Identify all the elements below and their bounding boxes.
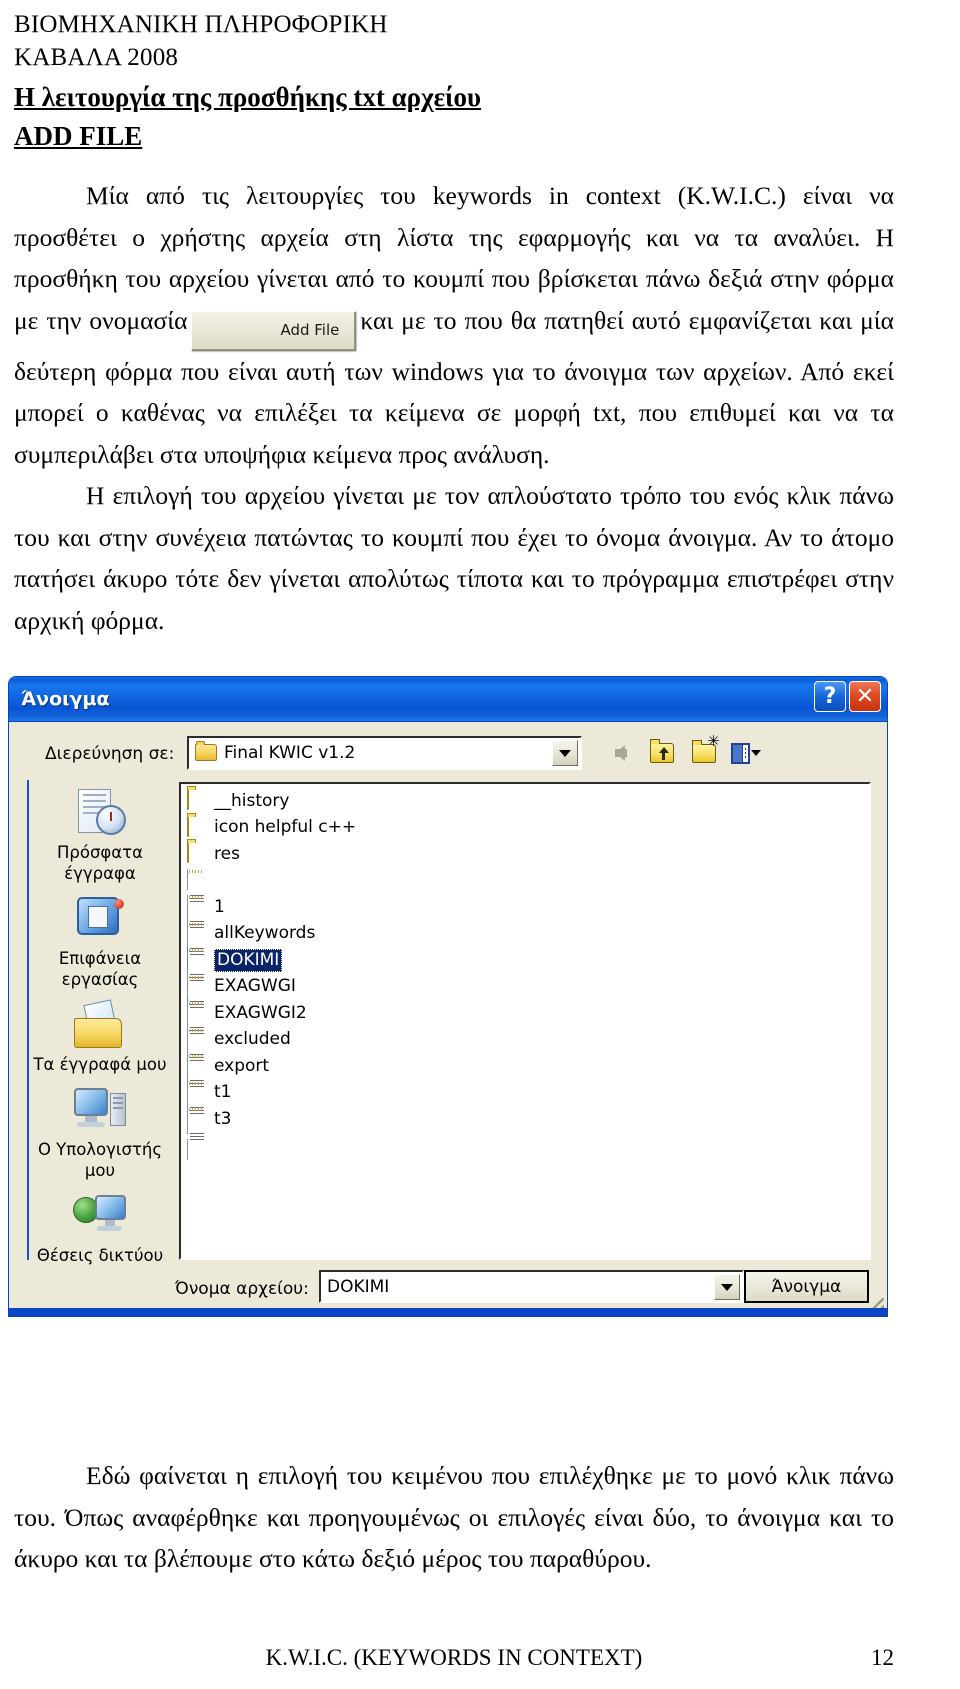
place-recent-documents[interactable]: Πρόσφατα έγγραφα [29,784,171,884]
text-file-icon [187,948,207,1002]
desktop-icon [29,890,171,948]
list-item[interactable]: allKeywords [185,921,869,975]
file-name: icon helpful c++ [214,817,357,838]
look-in-label: Διερεύνηση σε: [45,744,175,764]
file-name-input[interactable]: DOKIMI [319,1270,744,1303]
text-file-icon [187,1054,207,1108]
open-file-dialog: Άνοιγμα ? ✕ Διερεύνηση σε: Final KWIC v1… [8,676,888,1317]
list-item[interactable]: 1 [185,894,869,949]
text-file-icon [187,895,207,949]
list-item[interactable] [185,868,869,922]
place-label: Επιφάνεια εργασίας [58,949,142,989]
place-label: Θέσεις δικτύου [36,1246,164,1265]
place-network[interactable]: Θέσεις δικτύου [29,1187,171,1266]
page-footer: K.W.I.C. (KEYWORDS IN CONTEXT) 12 [14,1645,894,1671]
list-item-selected[interactable]: DOKIMI [185,947,869,1002]
file-name: export [214,1055,270,1076]
chevron-down-icon[interactable] [714,1316,740,1317]
file-name-row: Όνομα αρχείου: DOKIMI Άνοιγμα [9,1270,887,1312]
text-file-icon [187,1027,207,1081]
file-name-value: DOKIMI [327,1276,390,1297]
place-desktop[interactable]: Επιφάνεια εργασίας [29,890,171,990]
dialog-body: Διερεύνηση σε: Final KWIC v1.2 ✳ Πρόσφατ… [9,722,887,1317]
file-name-label: Όνομα αρχείου: [175,1279,309,1299]
page-subtitle: ADD FILE [14,121,143,151]
close-icon[interactable]: ✕ [849,681,881,712]
file-name: EXAGWGI2 [214,1002,307,1023]
list-item[interactable]: EXAGWGI2 [185,1000,869,1055]
folder-icon [187,789,207,812]
titlebar-button-group: ? ✕ [814,681,881,712]
list-item[interactable]: export [185,1053,869,1108]
header-line-1: ΒΙΟΜΗΧΑΝΙΚΗ ΠΛΗΡΟΦΟΡΙΚΗ [14,11,388,38]
text-file-icon [187,1001,207,1055]
page-title: Η λειτουργία της προσθήκης txt αρχείου [14,82,482,112]
paragraph-3: Εδώ φαίνεται η επιλογή του κειμένου που … [14,1461,894,1573]
place-label: Ο Υπολογιστής μου [37,1140,163,1180]
header-line-2: ΚΑΒΑΛΑ 2008 [14,44,179,71]
views-icon[interactable] [731,738,761,768]
file-name: EXAGWGI [214,976,296,997]
footer-title: K.W.I.C. (KEYWORDS IN CONTEXT) [265,1645,643,1670]
open-button[interactable]: Άνοιγμα [744,1270,869,1303]
section-title-block: Η λειτουργία της προσθήκης txt αρχείου A… [14,80,481,154]
dialog-titlebar[interactable]: Άνοιγμα ? ✕ [9,677,887,722]
closing-text: Εδώ φαίνεται η επιλογή του κειμένου που … [14,1455,894,1580]
text-file-icon [187,921,207,975]
place-label: Τα έγγραφά μου [33,1055,167,1074]
file-name: res [214,843,240,864]
list-item[interactable]: t3 [185,1106,869,1161]
recent-documents-icon [29,784,171,842]
list-item[interactable]: t1 [185,1080,869,1134]
page-number: 12 [871,1645,894,1670]
dialog-bottom-strip [9,1308,887,1316]
place-my-computer[interactable]: Ο Υπολογιστής μου [29,1081,171,1181]
file-list[interactable]: __history icon helpful c++ res 1 allKeyw… [179,782,871,1260]
file-name: DOKIMI [214,948,283,972]
list-item[interactable]: res [185,841,869,868]
file-name: allKeywords [214,923,316,944]
network-places-icon [29,1187,171,1245]
list-item[interactable]: excluded [185,1027,869,1081]
list-item[interactable]: icon helpful c++ [185,815,869,842]
look-in-combobox[interactable]: Final KWIC v1.2 [187,736,582,770]
chevron-down-icon[interactable] [714,1274,740,1300]
back-arrow-icon[interactable] [605,738,635,768]
text-file-icon [187,868,207,922]
text-file-icon [187,1080,207,1134]
text-file-icon [187,974,207,1028]
create-new-folder-icon[interactable]: ✳ [689,733,720,768]
file-name: __history [214,790,290,811]
file-name: excluded [214,1029,291,1050]
running-header: ΒΙΟΜΗΧΑΝΙΚΗ ΠΛΗΡΟΦΟΡΙΚΗ ΚΑΒΑΛΑ 2008 [14,8,388,74]
folder-icon [187,842,207,865]
list-item[interactable]: EXAGWGI [185,974,869,1028]
up-one-level-icon[interactable] [647,738,677,768]
paragraph-1: Μία από τις λειτουργίες του keywords in … [14,175,894,475]
file-name: t1 [214,1082,232,1103]
help-icon[interactable]: ? [814,681,846,712]
document-page: ΒΙΟΜΗΧΑΝΙΚΗ ΠΛΗΡΟΦΟΡΙΚΗ ΚΑΒΑΛΑ 2008 Η λε… [0,0,960,1689]
file-name: t3 [214,1108,232,1129]
my-documents-icon [29,996,171,1054]
look-in-row: Διερεύνηση σε: Final KWIC v1.2 ✳ [9,732,887,776]
chevron-down-icon[interactable] [552,740,578,766]
list-item[interactable]: __history [185,788,869,815]
body-text: Μία από τις λειτουργίες του keywords in … [14,175,894,641]
place-my-documents[interactable]: Τα έγγραφά μου [29,996,171,1075]
look-in-value: Final KWIC v1.2 [224,743,356,763]
add-file-button-illustration: Add File [191,310,357,351]
text-file-icon [187,1107,207,1161]
places-bar: Πρόσφατα έγγραφα Επιφάνεια εργασίας Τα έ… [27,780,171,1265]
folder-icon [195,741,217,762]
file-name: 1 [214,896,225,917]
my-computer-icon [29,1081,171,1139]
paragraph-2: Η επιλογή του αρχείου γίνεται με τον απλ… [14,481,894,635]
folder-icon [187,815,207,839]
dialog-toolbar: ✳ [605,733,761,768]
dialog-title: Άνοιγμα [21,688,110,710]
place-label: Πρόσφατα έγγραφα [56,843,143,883]
